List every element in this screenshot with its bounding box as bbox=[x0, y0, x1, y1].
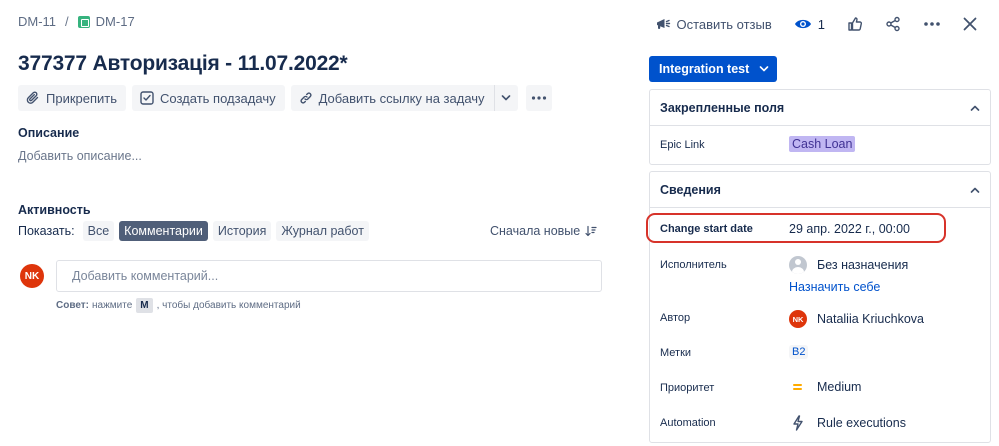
comment-input[interactable]: Добавить комментарий... bbox=[56, 260, 602, 292]
paperclip-icon bbox=[26, 91, 39, 104]
details-header[interactable]: Сведения bbox=[650, 172, 990, 208]
epic-link-label: Epic Link bbox=[660, 139, 705, 151]
add-link-button[interactable]: Добавить ссылку на задачу bbox=[290, 85, 494, 111]
sort-descending-icon bbox=[585, 225, 597, 237]
priority-label: Приоритет bbox=[660, 382, 715, 394]
breadcrumb-current-link[interactable]: DM-17 bbox=[96, 14, 135, 29]
megaphone-icon bbox=[656, 19, 670, 29]
eye-icon bbox=[794, 19, 811, 29]
activity-heading: Активность bbox=[18, 203, 91, 217]
priority-medium-icon bbox=[789, 382, 807, 392]
details-panel: Сведения Change start date 29 апр. 2022 … bbox=[649, 171, 991, 443]
details-title: Сведения bbox=[660, 182, 721, 197]
watch-button[interactable]: 1 bbox=[788, 10, 831, 38]
filter-worklog[interactable]: Журнал работ bbox=[276, 221, 369, 241]
add-link-split-button: Добавить ссылку на задачу bbox=[290, 85, 518, 111]
watchers-count: 1 bbox=[817, 16, 825, 32]
more-icon bbox=[924, 22, 940, 26]
assign-to-me-link[interactable]: Назначить себе bbox=[789, 280, 880, 294]
close-icon bbox=[963, 17, 977, 31]
assignee-value[interactable]: Без назначения bbox=[789, 256, 908, 274]
priority-name: Medium bbox=[817, 380, 862, 394]
label-tag[interactable]: B2 bbox=[789, 345, 809, 359]
priority-value[interactable]: Medium bbox=[789, 380, 861, 394]
filter-all[interactable]: Все bbox=[82, 221, 115, 241]
chevron-up-icon bbox=[970, 105, 980, 111]
pinned-fields-header[interactable]: Закрепленные поля bbox=[650, 90, 990, 126]
avatar: NK bbox=[20, 264, 44, 288]
chevron-down-icon bbox=[501, 95, 511, 101]
description-field[interactable]: Добавить описание... bbox=[18, 149, 142, 163]
automation-value[interactable]: Rule executions bbox=[789, 415, 906, 431]
issue-title[interactable]: 377377 Авторизація - 11.07.2022* bbox=[18, 52, 348, 76]
description-heading: Описание bbox=[18, 126, 80, 140]
activity-filter: Показать: Все Комментарии История Журнал… bbox=[18, 221, 374, 241]
add-link-dropdown-button[interactable] bbox=[493, 85, 518, 111]
status-transition-button[interactable]: Integration test bbox=[649, 56, 777, 82]
add-link-label: Добавить ссылку на задачу bbox=[318, 90, 485, 106]
thumbs-up-icon bbox=[848, 17, 863, 31]
chevron-down-icon bbox=[759, 66, 769, 72]
show-label: Показать: bbox=[18, 224, 75, 238]
share-button[interactable] bbox=[879, 10, 907, 38]
more-icon bbox=[531, 96, 546, 100]
reporter-value[interactable]: NK Nataliia Kriuchkova bbox=[789, 310, 924, 328]
epic-link-value: Cash Loan bbox=[789, 136, 856, 152]
status-label: Integration test bbox=[659, 62, 750, 76]
sort-label: Сначала новые bbox=[490, 224, 581, 238]
assignee-name: Без назначения bbox=[817, 258, 909, 272]
epic-lozenge[interactable]: Cash Loan bbox=[789, 136, 856, 152]
close-button[interactable] bbox=[957, 10, 983, 38]
feedback-label: Оставить отзыв bbox=[676, 16, 772, 32]
tip-press: нажмите bbox=[92, 300, 133, 311]
create-subtask-button[interactable]: Создать подзадачу bbox=[132, 85, 285, 111]
breadcrumb-parent-link[interactable]: DM-11 bbox=[18, 14, 56, 29]
subtask-icon bbox=[140, 91, 154, 105]
filter-comments[interactable]: Комментарии bbox=[119, 221, 208, 241]
tip-suffix: , чтобы добавить комментарий bbox=[156, 300, 301, 311]
assignee-label: Исполнитель bbox=[660, 259, 727, 271]
sort-order-button[interactable]: Сначала новые bbox=[490, 224, 597, 238]
comment-tip: Совет: нажмите M , чтобы добавить коммен… bbox=[56, 298, 301, 313]
feedback-button[interactable]: Оставить отзыв bbox=[649, 10, 778, 38]
pinned-fields-panel: Закрепленные поля Epic Link Cash Loan bbox=[649, 89, 991, 165]
link-icon bbox=[299, 92, 312, 104]
pinned-fields-title: Закрепленные поля bbox=[660, 100, 785, 115]
filter-history[interactable]: История bbox=[212, 221, 272, 241]
avatar: NK bbox=[789, 310, 807, 328]
unassigned-avatar-icon bbox=[789, 256, 807, 274]
issue-toolbar: Прикрепить Создать подзадачу Добавить сс… bbox=[18, 85, 552, 111]
lightning-icon bbox=[793, 415, 803, 431]
story-icon bbox=[77, 15, 90, 28]
create-subtask-label: Создать подзадачу bbox=[160, 90, 276, 106]
automation-link: Rule executions bbox=[817, 416, 906, 430]
labels-label: Метки bbox=[660, 347, 692, 359]
more-actions-button[interactable] bbox=[917, 10, 947, 38]
chevron-up-icon bbox=[970, 187, 980, 193]
issue-actions: Оставить отзыв 1 bbox=[649, 10, 984, 38]
share-icon bbox=[886, 16, 900, 32]
annotation-highlight bbox=[646, 213, 946, 243]
attach-label: Прикрепить bbox=[46, 90, 118, 106]
automation-label: Automation bbox=[660, 417, 716, 429]
like-button[interactable] bbox=[841, 10, 869, 38]
reporter-name: Nataliia Kriuchkova bbox=[817, 312, 924, 326]
breadcrumb: DM-11 / DM-17 bbox=[18, 14, 135, 29]
shortcut-key: M bbox=[136, 298, 153, 313]
tip-prefix: Совет: bbox=[56, 300, 90, 311]
attach-button[interactable]: Прикрепить bbox=[18, 85, 127, 111]
reporter-label: Автор bbox=[660, 312, 691, 324]
toolbar-more-button[interactable] bbox=[525, 85, 552, 111]
breadcrumb-separator: / bbox=[65, 14, 69, 29]
labels-value[interactable]: B2 bbox=[789, 345, 809, 359]
